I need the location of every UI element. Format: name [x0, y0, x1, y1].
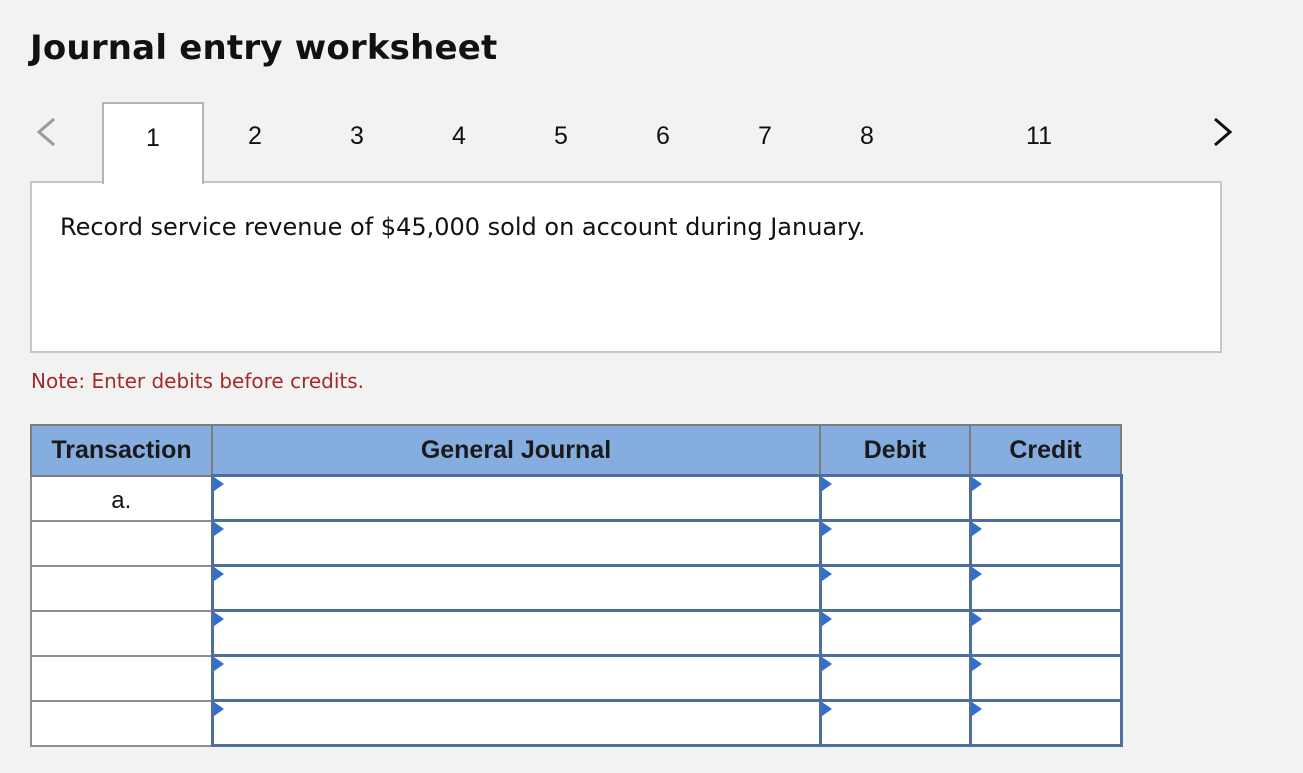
instruction-text: Record service revenue of $45,000 sold o…	[60, 213, 866, 241]
account-select[interactable]	[210, 654, 822, 702]
table-row	[30, 564, 1123, 612]
transaction-cell	[30, 609, 213, 657]
account-select[interactable]	[210, 609, 822, 657]
account-input[interactable]	[213, 657, 819, 699]
credit-input[interactable]	[968, 564, 1123, 612]
tab-6[interactable]: 6	[628, 102, 698, 182]
tab-1[interactable]: 1	[102, 102, 204, 184]
dropdown-marker-icon	[213, 702, 224, 716]
table-row	[30, 699, 1123, 747]
debit-value[interactable]	[821, 477, 969, 519]
input-marker-icon	[971, 567, 982, 581]
account-input[interactable]	[213, 612, 819, 654]
tab-label: 5	[554, 122, 568, 150]
credit-input[interactable]	[968, 609, 1123, 657]
transaction-cell	[30, 519, 213, 567]
dropdown-marker-icon	[213, 657, 224, 671]
input-marker-icon	[971, 702, 982, 716]
credit-value[interactable]	[971, 612, 1120, 654]
input-marker-icon	[971, 657, 982, 671]
credit-value[interactable]	[971, 522, 1120, 564]
input-marker-icon	[821, 657, 832, 671]
instruction-panel: Record service revenue of $45,000 sold o…	[30, 181, 1222, 353]
tab-7[interactable]: 7	[730, 102, 800, 182]
account-input[interactable]	[213, 477, 819, 519]
chevron-right-icon	[1214, 117, 1233, 147]
transaction-cell	[30, 654, 213, 702]
input-marker-icon	[821, 612, 832, 626]
account-input[interactable]	[213, 702, 819, 744]
credit-input[interactable]	[968, 699, 1123, 747]
journal-header-row: Transaction General Journal Debit Credit	[30, 424, 1122, 477]
debit-input[interactable]	[818, 654, 972, 702]
credit-value[interactable]	[971, 477, 1120, 519]
tab-2[interactable]: 2	[220, 102, 290, 182]
dropdown-marker-icon	[213, 522, 224, 536]
transaction-cell: a.	[30, 474, 213, 522]
credit-input[interactable]	[968, 474, 1123, 522]
account-select[interactable]	[210, 519, 822, 567]
table-row	[30, 609, 1123, 657]
dropdown-marker-icon	[213, 612, 224, 626]
dropdown-marker-icon	[213, 477, 224, 491]
tab-4[interactable]: 4	[424, 102, 494, 182]
dropdown-marker-icon	[213, 567, 224, 581]
table-row	[30, 519, 1123, 567]
input-marker-icon	[971, 477, 982, 491]
debit-input[interactable]	[818, 564, 972, 612]
debit-value[interactable]	[821, 612, 969, 654]
transaction-cell	[30, 699, 213, 747]
credit-value[interactable]	[971, 567, 1120, 609]
tab-label: 11	[1026, 122, 1052, 150]
tab-label: 3	[350, 122, 364, 150]
transaction-header: Transaction	[30, 424, 213, 477]
debit-input[interactable]	[818, 519, 972, 567]
next-tab-button[interactable]	[1203, 110, 1243, 154]
account-select[interactable]	[210, 564, 822, 612]
debit-value[interactable]	[821, 657, 969, 699]
input-marker-icon	[821, 702, 832, 716]
tab-3[interactable]: 3	[322, 102, 392, 182]
credit-header: Credit	[969, 424, 1122, 477]
input-marker-icon	[821, 567, 832, 581]
debit-value[interactable]	[821, 522, 969, 564]
account-select[interactable]	[210, 474, 822, 522]
credit-value[interactable]	[971, 702, 1120, 744]
chevron-left-icon	[36, 117, 55, 147]
input-marker-icon	[971, 522, 982, 536]
general-journal-header: General Journal	[211, 424, 821, 477]
input-marker-icon	[821, 522, 832, 536]
input-marker-icon	[821, 477, 832, 491]
debit-input[interactable]	[818, 699, 972, 747]
debit-input[interactable]	[818, 474, 972, 522]
transaction-cell	[30, 564, 213, 612]
tab-label: 8	[860, 122, 874, 150]
input-marker-icon	[971, 612, 982, 626]
tab-label: 4	[452, 122, 466, 150]
tab-5[interactable]: 5	[526, 102, 596, 182]
debit-value[interactable]	[821, 567, 969, 609]
table-row	[30, 654, 1123, 702]
page-title: Journal entry worksheet	[30, 28, 498, 68]
note-text: Note: Enter debits before credits.	[31, 369, 365, 393]
tab-label: 6	[656, 122, 670, 150]
debit-header: Debit	[819, 424, 971, 477]
credit-input[interactable]	[968, 519, 1123, 567]
tab-8[interactable]: 8	[832, 102, 902, 182]
debit-value[interactable]	[821, 702, 969, 744]
tab-label: 7	[758, 122, 772, 150]
tab-label: 2	[248, 122, 262, 150]
debit-input[interactable]	[818, 609, 972, 657]
credit-value[interactable]	[971, 657, 1120, 699]
table-row: a.	[30, 474, 1123, 522]
account-select[interactable]	[210, 699, 822, 747]
tab-label: 1	[146, 124, 160, 152]
previous-tab-button[interactable]	[26, 110, 66, 154]
account-input[interactable]	[213, 522, 819, 564]
tab-11[interactable]: 11	[1004, 102, 1074, 182]
account-input[interactable]	[213, 567, 819, 609]
journal-table: Transaction General Journal Debit Credit…	[30, 424, 1123, 747]
credit-input[interactable]	[968, 654, 1123, 702]
